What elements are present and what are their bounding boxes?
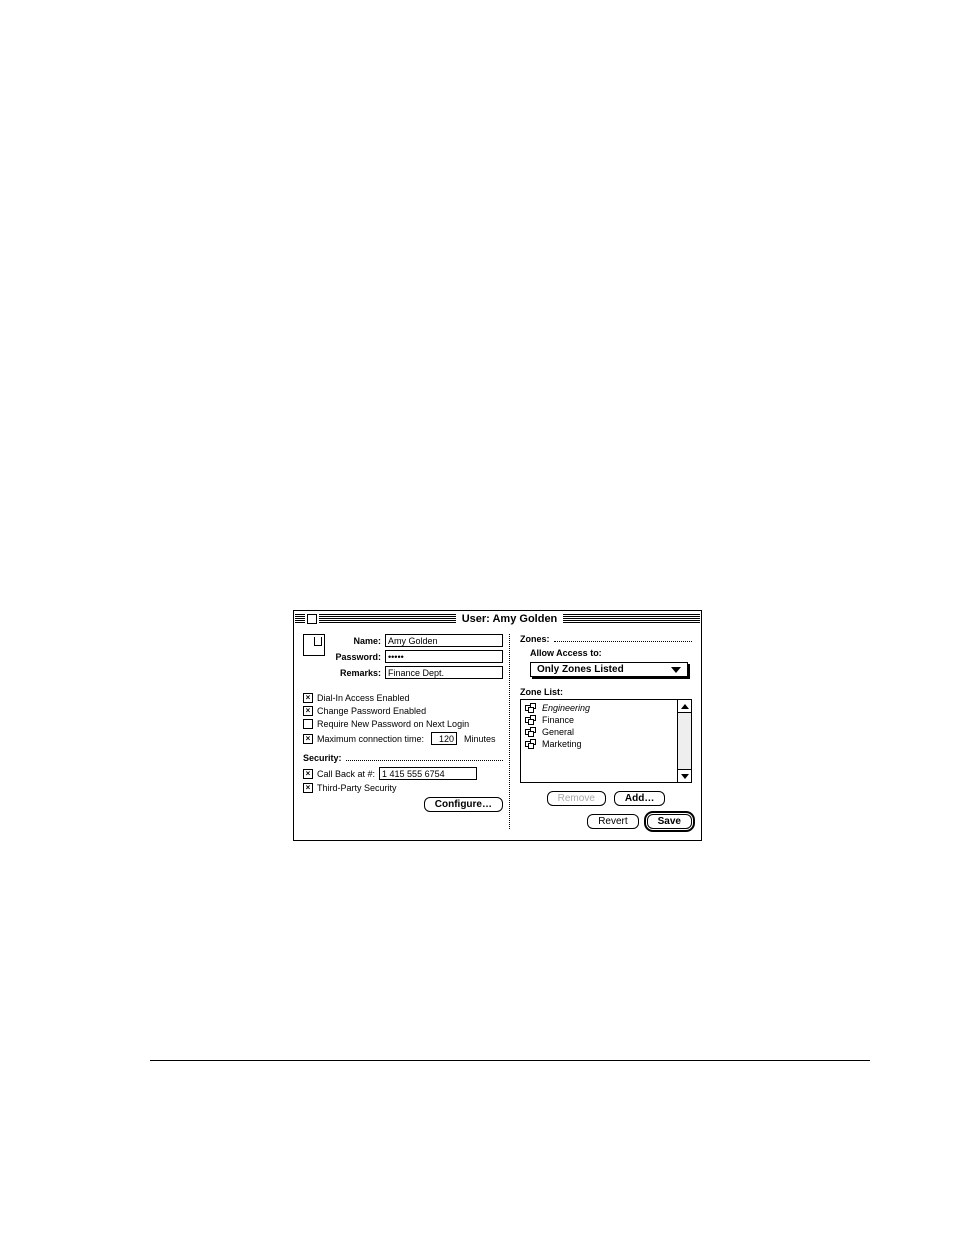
zone-item[interactable]: Marketing	[523, 738, 675, 750]
callback-checkbox-row[interactable]: Call Back at #:	[303, 767, 503, 780]
checkbox-icon	[303, 769, 313, 779]
user-dialog: User: Amy Golden Name: Password: Rem	[293, 610, 702, 841]
titlebar[interactable]: User: Amy Golden	[295, 612, 700, 626]
require-new-password-checkbox-row[interactable]: Require New Password on Next Login	[303, 719, 503, 729]
zone-name: General	[542, 727, 574, 737]
right-column: Zones: Allow Access to: Only Zones Liste…	[509, 634, 692, 829]
scroll-down-button[interactable]	[678, 769, 691, 782]
remarks-field[interactable]	[385, 666, 503, 679]
zone-item[interactable]: Engineering	[523, 702, 675, 714]
allow-access-value: Only Zones Listed	[537, 664, 624, 675]
zone-list-label: Zone List:	[520, 687, 692, 697]
allow-access-label: Allow Access to:	[520, 648, 692, 658]
dial-in-label: Dial-In Access Enabled	[317, 693, 410, 703]
scroll-up-button[interactable]	[678, 700, 691, 713]
window-title: User: Amy Golden	[456, 613, 564, 625]
minutes-label: Minutes	[464, 734, 496, 744]
remarks-label: Remarks:	[329, 668, 385, 678]
zones-heading: Zones:	[520, 634, 692, 644]
zone-name: Engineering	[542, 703, 590, 713]
checkbox-icon	[303, 693, 313, 703]
revert-button[interactable]: Revert	[587, 814, 638, 829]
dial-in-checkbox-row[interactable]: Dial-In Access Enabled	[303, 693, 503, 703]
password-field[interactable]	[385, 650, 503, 663]
callback-label: Call Back at #:	[317, 769, 375, 779]
checkbox-icon	[303, 719, 313, 729]
left-column: Name: Password: Remarks: Dial-In	[303, 634, 509, 829]
zone-icon	[525, 727, 537, 737]
chevron-down-icon	[671, 667, 681, 673]
change-password-label: Change Password Enabled	[317, 706, 426, 716]
password-label: Password:	[329, 652, 385, 662]
checkbox-icon	[303, 734, 313, 744]
scrollbar[interactable]	[677, 700, 691, 782]
zone-item[interactable]: Finance	[523, 714, 675, 726]
checkbox-icon	[303, 706, 313, 716]
zone-icon	[525, 703, 537, 713]
max-connection-field[interactable]	[431, 732, 457, 745]
arrow-down-icon	[681, 774, 689, 779]
max-connection-checkbox-row[interactable]: Maximum connection time: Minutes	[303, 732, 503, 745]
checkbox-icon	[303, 783, 313, 793]
titlebar-stripes	[295, 614, 305, 624]
callback-field[interactable]	[379, 767, 477, 780]
third-party-label: Third-Party Security	[317, 783, 397, 793]
remove-button[interactable]: Remove	[547, 791, 606, 806]
titlebar-stripes	[563, 614, 700, 624]
zone-item[interactable]: General	[523, 726, 675, 738]
user-icon	[303, 634, 325, 656]
save-button[interactable]: Save	[647, 814, 692, 829]
require-new-password-label: Require New Password on Next Login	[317, 719, 469, 729]
name-label: Name:	[329, 636, 385, 646]
name-field[interactable]	[385, 634, 503, 647]
allow-access-dropdown[interactable]: Only Zones Listed	[530, 662, 688, 677]
page-footer-rule	[150, 1060, 870, 1061]
max-connection-label: Maximum connection time:	[317, 734, 424, 744]
zone-list: Engineering Finance General Marketing	[520, 699, 692, 783]
close-box[interactable]	[307, 614, 317, 624]
third-party-checkbox-row[interactable]: Third-Party Security	[303, 783, 503, 793]
configure-button[interactable]: Configure…	[424, 797, 503, 812]
zone-icon	[525, 739, 537, 749]
change-password-checkbox-row[interactable]: Change Password Enabled	[303, 706, 503, 716]
zone-name: Marketing	[542, 739, 582, 749]
security-heading: Security:	[303, 753, 503, 763]
arrow-up-icon	[681, 704, 689, 709]
zone-name: Finance	[542, 715, 574, 725]
add-button[interactable]: Add…	[614, 791, 665, 806]
zone-icon	[525, 715, 537, 725]
titlebar-stripes	[319, 614, 456, 624]
scroll-track[interactable]	[678, 713, 691, 769]
